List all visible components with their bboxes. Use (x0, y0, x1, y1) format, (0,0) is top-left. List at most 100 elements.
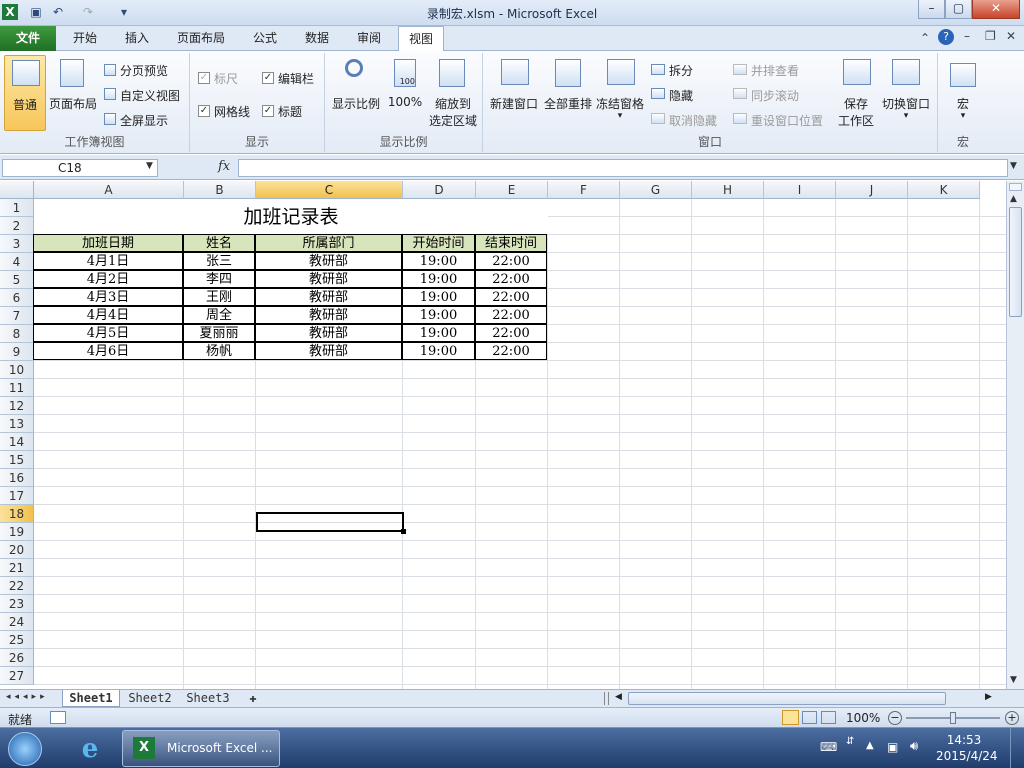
formula-bar-checkbox[interactable]: ✓ (262, 72, 274, 84)
table-cell[interactable]: 22:00 (475, 306, 547, 324)
page-layout-view-button[interactable]: 页面布局 (48, 55, 98, 131)
scroll-down-icon[interactable]: ▼ (1010, 675, 1017, 685)
table-cell[interactable]: 22:00 (475, 324, 547, 342)
macros-button[interactable]: 宏 ▾ (942, 55, 984, 131)
row-header-22[interactable]: 22 (0, 577, 34, 595)
sheet-title-cell[interactable]: 加班记录表 (34, 199, 548, 235)
table-cell[interactable]: 杨帆 (183, 342, 255, 360)
tab-split-handle[interactable] (604, 692, 609, 705)
split-button[interactable]: 拆分 (669, 62, 693, 79)
zoom-button[interactable]: 显示比例 (331, 55, 381, 131)
row-header-17[interactable]: 17 (0, 487, 34, 505)
table-cell[interactable]: 教研部 (255, 324, 402, 342)
row-header-8[interactable]: 8 (0, 325, 34, 343)
row-header-2[interactable]: 2 (0, 217, 34, 235)
select-all-corner[interactable] (0, 181, 34, 199)
minimize-button[interactable]: – (918, 0, 945, 19)
help-icon[interactable]: ? (938, 29, 954, 45)
insert-function-icon[interactable]: fx (218, 159, 230, 174)
zoom-to-selection-button[interactable]: 缩放到 选定区域 (427, 55, 479, 131)
table-header-cell[interactable]: 加班日期 (33, 234, 183, 252)
table-cell[interactable]: 4月3日 (33, 288, 183, 306)
column-header-D[interactable]: D (403, 181, 476, 199)
sheet-tab-sheet3[interactable]: Sheet3 (180, 690, 236, 707)
row-header-4[interactable]: 4 (0, 253, 34, 271)
column-header-E[interactable]: E (476, 181, 548, 199)
row-header-13[interactable]: 13 (0, 415, 34, 433)
name-box-dropdown-icon[interactable]: ▼ (146, 161, 153, 171)
row-header-21[interactable]: 21 (0, 559, 34, 577)
new-window-button[interactable]: 新建窗口 (487, 55, 541, 131)
row-header-5[interactable]: 5 (0, 271, 34, 289)
side-by-side-button[interactable]: 并排查看 (751, 62, 799, 79)
full-screen-button[interactable]: 全屏显示 (120, 112, 168, 129)
table-cell[interactable]: 4月1日 (33, 252, 183, 270)
start-button-icon[interactable] (8, 732, 42, 766)
table-header-cell[interactable]: 姓名 (183, 234, 255, 252)
table-header-cell[interactable]: 结束时间 (475, 234, 547, 252)
macro-record-icon[interactable] (50, 711, 66, 724)
headings-checkbox[interactable]: ✓ (262, 105, 274, 117)
column-header-B[interactable]: B (184, 181, 256, 199)
table-cell[interactable]: 王刚 (183, 288, 255, 306)
scroll-left-icon[interactable]: ◀ (615, 692, 622, 702)
horizontal-scroll-thumb[interactable] (628, 692, 946, 705)
show-hidden-icons[interactable]: ▲ (866, 740, 874, 751)
internet-explorer-icon[interactable]: e (74, 734, 106, 764)
custom-view-button[interactable]: 自定义视图 (120, 87, 180, 104)
sheet-nav-arrows-icon[interactable]: ◂◂◂▸▸ (6, 692, 49, 702)
row-header-15[interactable]: 15 (0, 451, 34, 469)
volume-icon[interactable]: 🔊︎ (910, 739, 918, 754)
zoom-in-icon[interactable]: + (1005, 711, 1019, 725)
table-header-cell[interactable]: 所属部门 (255, 234, 402, 252)
column-header-C[interactable]: C (256, 181, 403, 199)
clock-time[interactable]: 14:53 (940, 733, 988, 747)
sheet-tab-sheet1[interactable]: Sheet1 (62, 690, 120, 707)
column-header-G[interactable]: G (620, 181, 692, 199)
table-cell[interactable]: 22:00 (475, 342, 547, 360)
language-icon[interactable]: ⇵ (846, 736, 854, 747)
row-header-18[interactable]: 18 (0, 505, 34, 523)
vertical-scroll-thumb[interactable] (1009, 207, 1022, 317)
column-header-I[interactable]: I (764, 181, 836, 199)
table-cell[interactable]: 教研部 (255, 252, 402, 270)
row-header-10[interactable]: 10 (0, 361, 34, 379)
network-icon[interactable]: ▣ (887, 740, 898, 754)
column-header-J[interactable]: J (836, 181, 908, 199)
table-cell[interactable]: 周全 (183, 306, 255, 324)
undo-icon[interactable]: ↶ (50, 4, 66, 20)
row-header-16[interactable]: 16 (0, 469, 34, 487)
table-cell[interactable]: 19:00 (402, 306, 475, 324)
tab-page-layout[interactable]: 页面布局 (168, 26, 234, 51)
arrange-all-button[interactable]: 全部重排 (541, 55, 595, 131)
row-header-19[interactable]: 19 (0, 523, 34, 541)
row-header-9[interactable]: 9 (0, 343, 34, 361)
table-cell[interactable]: 夏丽丽 (183, 324, 255, 342)
table-cell[interactable]: 4月5日 (33, 324, 183, 342)
row-header-11[interactable]: 11 (0, 379, 34, 397)
table-cell[interactable]: 22:00 (475, 270, 547, 288)
maximize-button[interactable]: ▢ (945, 0, 972, 19)
column-header-F[interactable]: F (548, 181, 620, 199)
tab-home[interactable]: 开始 (64, 26, 106, 51)
table-cell[interactable]: 张三 (183, 252, 255, 270)
workbook-close-icon[interactable]: ✕ (1006, 29, 1016, 43)
sync-scroll-button[interactable]: 同步滚动 (751, 87, 799, 104)
sheet-tab-sheet2[interactable]: Sheet2 (122, 690, 178, 707)
table-cell[interactable]: 4月4日 (33, 306, 183, 324)
minimize-ribbon-icon[interactable]: ⌃ (920, 31, 930, 45)
zoom-level[interactable]: 100% (846, 711, 880, 725)
column-header-H[interactable]: H (692, 181, 764, 199)
redo-icon[interactable]: ↷ (80, 4, 96, 20)
row-header-25[interactable]: 25 (0, 631, 34, 649)
gridlines-checkbox[interactable]: ✓ (198, 105, 210, 117)
table-cell[interactable]: 4月6日 (33, 342, 183, 360)
split-box[interactable] (1009, 183, 1022, 191)
table-cell[interactable]: 李四 (183, 270, 255, 288)
column-header-A[interactable]: A (34, 181, 184, 199)
insert-sheet-icon[interactable]: ✚ (240, 690, 266, 707)
selected-cell-c18[interactable] (256, 512, 404, 532)
normal-view-status-icon[interactable] (782, 710, 799, 725)
reset-window-position-button[interactable]: 重设窗口位置 (751, 112, 823, 129)
table-cell[interactable]: 教研部 (255, 306, 402, 324)
